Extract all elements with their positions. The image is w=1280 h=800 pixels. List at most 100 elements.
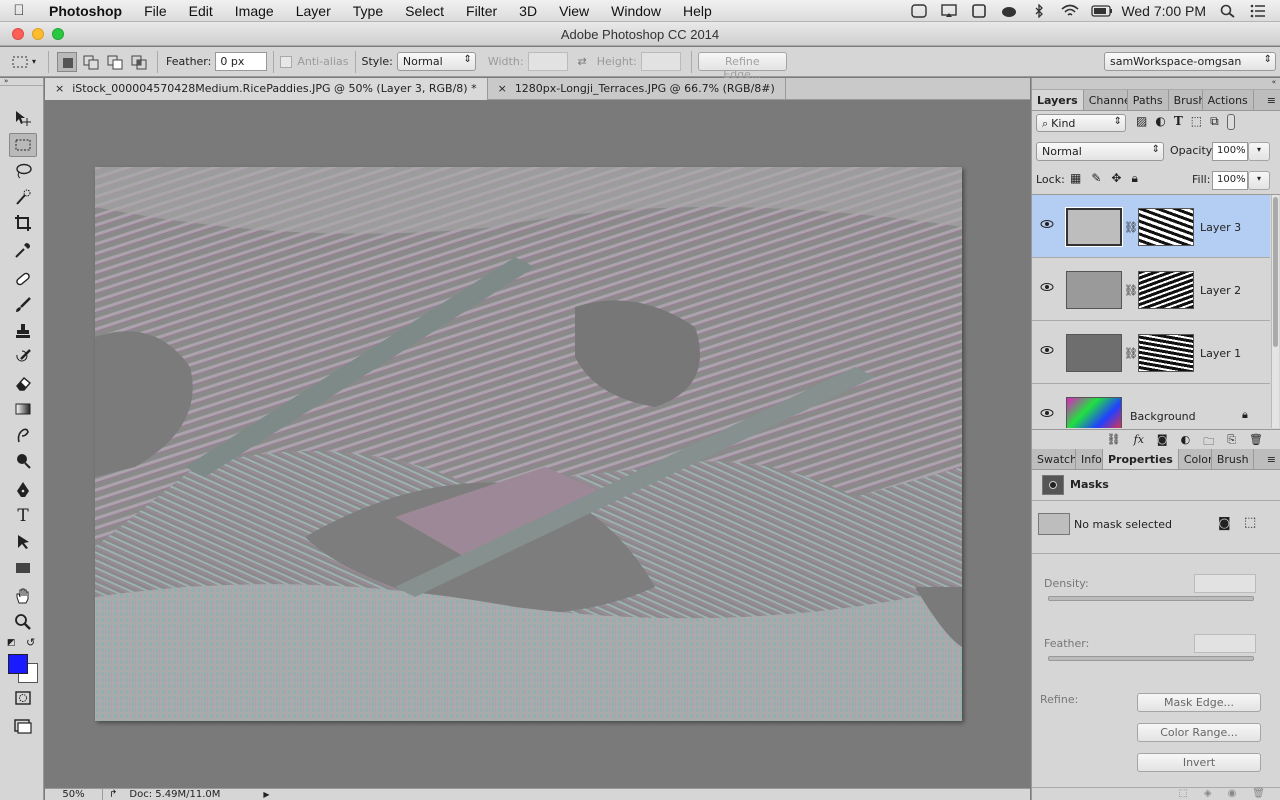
menu-view[interactable]: View xyxy=(548,3,600,19)
load-selection-icon[interactable]: ⬚ xyxy=(1178,788,1187,800)
link-mask-icon[interactable]: ⛓ xyxy=(1124,347,1138,360)
new-group-icon[interactable]: 🗀︎ xyxy=(1203,433,1214,449)
spotlight-icon[interactable] xyxy=(1220,4,1236,18)
visibility-eye-icon[interactable] xyxy=(1040,406,1054,420)
feather-mask-input[interactable] xyxy=(1194,634,1256,653)
new-layer-icon[interactable]: ⎘ xyxy=(1227,433,1236,449)
toolbox-collapse-icon[interactable]: » xyxy=(0,78,43,86)
blend-mode-select[interactable]: Normal xyxy=(1036,142,1164,161)
quick-mask-icon[interactable] xyxy=(9,686,37,710)
airplay-icon[interactable] xyxy=(941,3,958,18)
fill-dropdown-icon[interactable]: ▾ xyxy=(1248,171,1270,190)
menu-window[interactable]: Window xyxy=(600,3,672,19)
lasso-tool-icon[interactable] xyxy=(9,159,37,183)
layers-scrollbar[interactable] xyxy=(1271,195,1279,428)
subtract-from-selection-icon[interactable] xyxy=(105,52,125,72)
swap-colors-icon[interactable]: ↺ xyxy=(26,636,35,649)
dodge-tool-icon[interactable] xyxy=(9,449,37,473)
screen-mode-icon[interactable] xyxy=(9,714,37,738)
invert-button[interactable]: Invert xyxy=(1137,753,1261,772)
feather-slider[interactable] xyxy=(1048,656,1254,661)
filter-pixel-icon[interactable]: ▨ xyxy=(1136,114,1147,130)
add-to-selection-icon[interactable] xyxy=(81,52,101,72)
layer-name[interactable]: Background xyxy=(1130,410,1196,423)
layer-name[interactable]: Layer 1 xyxy=(1200,347,1241,360)
tab-paths[interactable]: Paths xyxy=(1128,90,1169,110)
tab-brush[interactable]: Brush xyxy=(1169,90,1203,110)
window-icon[interactable] xyxy=(971,3,987,18)
filter-type-icon[interactable]: T xyxy=(1174,114,1183,130)
type-tool-icon[interactable]: T xyxy=(9,504,37,528)
layer-row-layer-2[interactable]: ⛓ Layer 2 xyxy=(1032,258,1270,321)
tab-channels[interactable]: Channel xyxy=(1084,90,1128,110)
style-select[interactable]: Normal xyxy=(396,52,476,71)
notification-center-icon[interactable] xyxy=(1250,4,1266,18)
path-selection-tool-icon[interactable] xyxy=(9,530,37,554)
filter-adjustment-icon[interactable]: ◐ xyxy=(1155,114,1165,130)
layer-mask-thumbnail[interactable] xyxy=(1138,208,1194,246)
mask-edge-button[interactable]: Mask Edge... xyxy=(1137,693,1261,712)
pen-tool-icon[interactable] xyxy=(9,478,37,502)
visibility-eye-icon[interactable] xyxy=(1040,217,1054,231)
layer-thumbnail[interactable] xyxy=(1066,334,1122,372)
move-tool-icon[interactable] xyxy=(9,106,37,130)
layer-thumbnail[interactable] xyxy=(1066,397,1122,428)
workspace-select[interactable]: samWorkspace-omgsan xyxy=(1104,52,1276,71)
eyedropper-tool-icon[interactable] xyxy=(9,238,37,262)
menu-filter[interactable]: Filter xyxy=(455,3,508,19)
tab-swatches[interactable]: Swatch xyxy=(1032,449,1076,469)
doc-tab-rice-paddies[interactable]: × iStock_000004570428Medium.RicePaddies.J… xyxy=(45,78,488,100)
width-input[interactable] xyxy=(527,52,568,71)
lock-all-icon[interactable]: 🔒︎ xyxy=(1131,171,1137,186)
menu-file[interactable]: File xyxy=(133,3,178,19)
panel-menu-icon[interactable]: ≡ xyxy=(1263,449,1280,469)
menu-layer[interactable]: Layer xyxy=(285,3,342,19)
tab-actions[interactable]: Actions xyxy=(1203,90,1254,110)
preset-dropdown-arrow-icon[interactable]: ▾ xyxy=(32,57,36,66)
layer-row-layer-1[interactable]: ⛓ Layer 1 xyxy=(1032,321,1270,384)
link-mask-icon[interactable]: ⛓ xyxy=(1124,284,1138,297)
visibility-eye-icon[interactable] xyxy=(1040,343,1054,357)
visibility-eye-icon[interactable] xyxy=(1040,280,1054,294)
doc-tab-longji-terraces[interactable]: × 1280px-Longji_Terraces.JPG @ 66.7% (RGB… xyxy=(488,78,786,100)
layer-filter-kind-select[interactable]: ⌕ Kind xyxy=(1036,114,1126,132)
link-layers-icon[interactable]: ⛓ xyxy=(1107,433,1121,449)
crop-tool-icon[interactable] xyxy=(9,211,37,235)
vector-mask-icon[interactable]: ⬚ xyxy=(1244,515,1256,530)
document-canvas-area[interactable] xyxy=(45,100,1030,788)
filter-toggle-icon[interactable] xyxy=(1226,114,1235,130)
lock-image-pixels-icon[interactable]: ✎ xyxy=(1091,171,1101,186)
apple-icon[interactable]:  xyxy=(0,2,38,19)
intersect-selection-icon[interactable] xyxy=(129,52,149,72)
layer-row-background[interactable]: Background 🔒︎ xyxy=(1032,384,1270,428)
opacity-input[interactable]: 100% xyxy=(1212,142,1248,161)
healing-brush-tool-icon[interactable] xyxy=(9,267,37,291)
pixel-mask-icon[interactable]: ◙ xyxy=(1218,516,1231,531)
smudge-tool-icon[interactable] xyxy=(9,423,37,447)
add-mask-icon[interactable]: ◙ xyxy=(1157,433,1168,449)
menu-3d[interactable]: 3D xyxy=(508,3,548,19)
bluetooth-icon[interactable] xyxy=(1031,2,1047,19)
menu-select[interactable]: Select xyxy=(394,3,455,19)
layer-name[interactable]: Layer 2 xyxy=(1200,284,1241,297)
extras-icon[interactable] xyxy=(911,3,928,18)
status-export-icon[interactable]: ↱ xyxy=(109,789,117,800)
marquee-preset-icon[interactable] xyxy=(10,52,30,72)
apply-mask-icon[interactable]: ◈ xyxy=(1204,788,1212,800)
density-input[interactable] xyxy=(1194,574,1256,593)
tab-layers[interactable]: Layers xyxy=(1032,90,1084,110)
rectangular-marquee-tool-icon[interactable] xyxy=(9,133,37,157)
toggle-mask-icon[interactable]: ◉ xyxy=(1228,788,1237,800)
layer-style-fx-icon[interactable]: fx xyxy=(1134,433,1144,449)
menu-edit[interactable]: Edit xyxy=(178,3,224,19)
gradient-tool-icon[interactable] xyxy=(9,397,37,421)
close-tab-icon[interactable]: × xyxy=(498,82,507,95)
filter-smart-object-icon[interactable]: ⧉ xyxy=(1210,114,1219,130)
clone-stamp-tool-icon[interactable] xyxy=(9,319,37,343)
menu-type[interactable]: Type xyxy=(342,3,394,19)
foreground-color-swatch[interactable] xyxy=(8,654,28,674)
feather-input[interactable]: 0 px xyxy=(215,52,268,71)
antialias-checkbox[interactable] xyxy=(280,55,293,68)
quick-selection-tool-icon[interactable] xyxy=(9,185,37,209)
tab-info[interactable]: Info xyxy=(1076,449,1103,469)
